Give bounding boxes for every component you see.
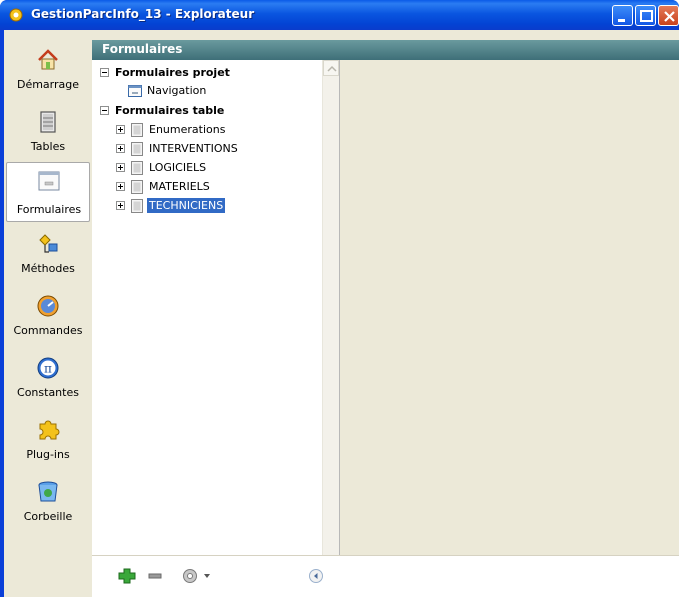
- sidebar-item-label: Formulaires: [16, 203, 82, 216]
- sidebar-item-label: Commandes: [13, 324, 83, 337]
- sidebar-item-formulaires[interactable]: Formulaires: [6, 162, 90, 222]
- sidebar-item-label: Corbeille: [23, 510, 73, 523]
- tree-item-logiciels[interactable]: LOGICIELS: [112, 159, 312, 177]
- puzzle-icon: [39, 420, 60, 440]
- collapse-icon[interactable]: [307, 568, 325, 584]
- house-icon: [38, 49, 58, 70]
- tree-item-label-selected: TECHNICIENS: [147, 198, 226, 213]
- close-button[interactable]: [658, 5, 679, 26]
- tree-item-techniciens[interactable]: TECHNICIENS: [112, 197, 312, 215]
- table-icon: [131, 161, 143, 175]
- method-icon: [39, 234, 58, 253]
- form-icon: [38, 171, 60, 191]
- table-icon: [131, 123, 143, 137]
- sidebar-item-label: Démarrage: [16, 78, 80, 91]
- maximize-button[interactable]: [635, 5, 656, 26]
- panel-title: Formulaires: [102, 42, 183, 56]
- collapse-icon[interactable]: [100, 106, 109, 115]
- sidebar-item-tables[interactable]: Tables: [6, 104, 90, 162]
- expand-icon[interactable]: [116, 182, 125, 191]
- gear-menu-icon[interactable]: [182, 568, 214, 584]
- tree-scrollbar[interactable]: [322, 60, 339, 586]
- sidebar: Démarrage Tables Formulaires Méthodes Co…: [4, 30, 92, 597]
- command-icon: [37, 295, 59, 317]
- tree-item-label: Enumerations: [149, 123, 226, 136]
- close-icon: [664, 11, 675, 22]
- sidebar-item-label: Méthodes: [21, 262, 75, 275]
- sidebar-item-constantes[interactable]: π Constantes: [6, 350, 90, 408]
- bottom-toolbar: [92, 555, 679, 597]
- expand-icon[interactable]: [116, 125, 125, 134]
- tree-item-label: INTERVENTIONS: [149, 142, 238, 155]
- sidebar-item-label: Plug-ins: [26, 448, 70, 461]
- tree-group-label: Formulaires table: [115, 104, 225, 117]
- table-icon: [131, 142, 143, 156]
- tree-item-label: MATERIELS: [149, 180, 210, 193]
- trash-icon: [38, 481, 58, 502]
- collapse-icon[interactable]: [100, 68, 109, 77]
- tree-item-label: Navigation: [147, 84, 207, 97]
- tree-item-materiels[interactable]: MATERIELS: [112, 178, 312, 196]
- app-gear-icon: [9, 8, 23, 22]
- sidebar-item-commandes[interactable]: Commandes: [6, 288, 90, 346]
- pi-icon: π: [37, 357, 59, 379]
- title-bar[interactable]: GestionParcInfo_13 - Explorateur: [0, 0, 679, 30]
- sidebar-item-plugins[interactable]: Plug-ins: [6, 412, 90, 470]
- sidebar-item-corbeille[interactable]: Corbeille: [6, 474, 90, 532]
- chevron-up-icon: [327, 65, 337, 72]
- remove-icon[interactable]: [146, 568, 164, 584]
- forms-tree[interactable]: Formulaires projet Navigation Formulaire…: [92, 60, 340, 586]
- sidebar-item-label: Constantes: [17, 386, 79, 399]
- sidebar-item-label: Tables: [30, 140, 66, 153]
- add-icon[interactable]: [118, 568, 136, 584]
- tree-item-navigation[interactable]: Navigation: [128, 82, 248, 100]
- table-icon: [131, 199, 143, 213]
- tree-group-label: Formulaires projet: [115, 66, 230, 79]
- tree-item-interventions[interactable]: INTERVENTIONS: [112, 140, 312, 158]
- minimize-icon: [618, 19, 625, 22]
- explorer-window: GestionParcInfo_13 - Explorateur Démarra…: [0, 0, 679, 597]
- minimize-button[interactable]: [612, 5, 633, 26]
- scroll-up-button[interactable]: [323, 60, 339, 76]
- expand-icon[interactable]: [116, 144, 125, 153]
- expand-icon[interactable]: [116, 201, 125, 210]
- tree-item-label: LOGICIELS: [149, 161, 207, 174]
- sidebar-item-demarrage[interactable]: Démarrage: [6, 42, 90, 100]
- form-icon: [128, 85, 142, 97]
- sidebar-item-methodes[interactable]: Méthodes: [6, 226, 90, 284]
- table-icon: [131, 180, 143, 194]
- client-area: Démarrage Tables Formulaires Méthodes Co…: [4, 30, 679, 597]
- maximize-icon: [640, 10, 653, 22]
- window-title: GestionParcInfo_13 - Explorateur: [31, 7, 255, 21]
- svg-text:π: π: [44, 362, 52, 376]
- preview-panel: [341, 60, 679, 586]
- tree-item-enumerations[interactable]: Enumerations: [112, 121, 312, 139]
- expand-icon[interactable]: [116, 163, 125, 172]
- table-icon: [40, 111, 56, 133]
- panel-header: Formulaires: [92, 40, 679, 60]
